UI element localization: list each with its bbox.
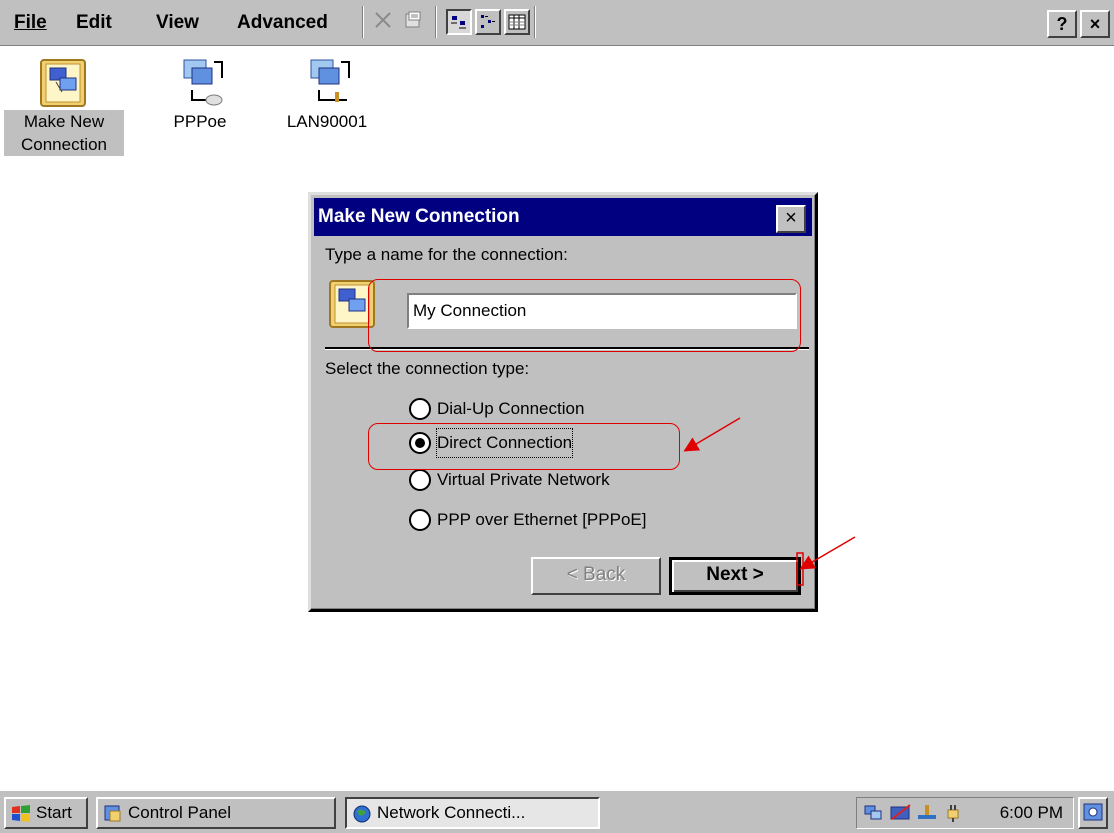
task-label: Control Panel bbox=[128, 803, 232, 822]
annotation-arrows bbox=[683, 417, 856, 586]
annotation-arrow bbox=[799, 536, 856, 570]
system-tray: 6:00 PM bbox=[856, 797, 1074, 829]
clock[interactable]: 6:00 PM bbox=[1000, 798, 1063, 828]
network-globe-icon bbox=[353, 805, 371, 823]
start-button[interactable]: Start bbox=[4, 797, 88, 829]
windows-logo-icon bbox=[12, 805, 30, 822]
network-status-icon[interactable] bbox=[863, 802, 887, 824]
annotation-arrow bbox=[683, 417, 741, 452]
desktop-icon bbox=[1083, 803, 1103, 821]
task-network-connections[interactable]: Network Connecti... bbox=[345, 797, 600, 829]
task-control-panel[interactable]: Control Panel bbox=[96, 797, 336, 829]
pen-icon[interactable] bbox=[889, 802, 913, 824]
start-label: Start bbox=[36, 803, 72, 822]
annotation-next-box bbox=[796, 552, 804, 586]
control-panel-icon bbox=[104, 805, 121, 822]
show-desktop-button[interactable] bbox=[1078, 797, 1108, 829]
task-label: Network Connecti... bbox=[377, 803, 526, 822]
power-plug-icon[interactable] bbox=[941, 802, 965, 824]
taskbar: Start Control Panel Network Connecti... bbox=[0, 790, 1114, 833]
lan-status-icon[interactable] bbox=[915, 802, 939, 824]
